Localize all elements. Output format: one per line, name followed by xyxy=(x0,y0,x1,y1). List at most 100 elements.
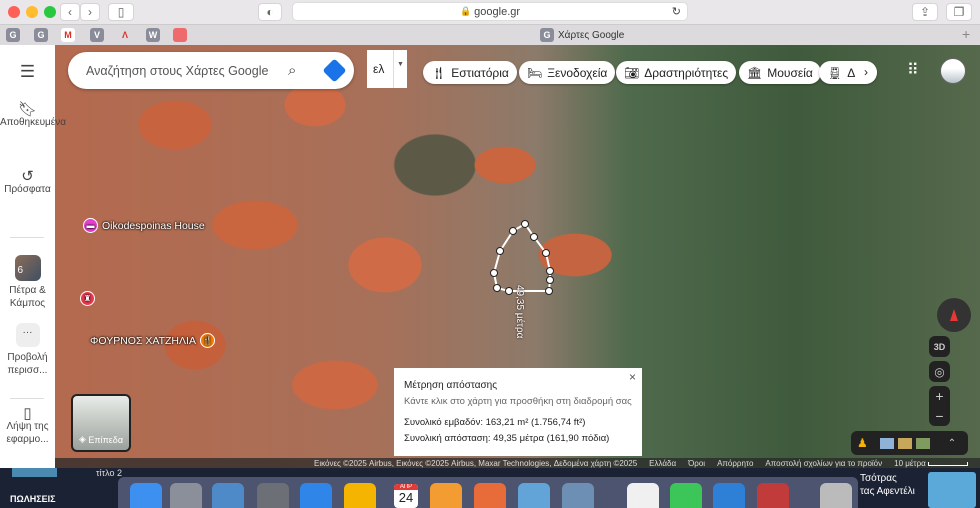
measure-point[interactable] xyxy=(542,249,550,257)
poi-shop[interactable]: ♜ xyxy=(80,291,95,306)
measure-point[interactable] xyxy=(490,269,498,277)
input-language-button[interactable]: ελ ▼ xyxy=(367,50,407,88)
sidebar-item-recent[interactable]: ↺ Πρόσφατα xyxy=(0,169,55,196)
3d-toggle-button[interactable]: 3D xyxy=(929,336,950,357)
measure-point[interactable] xyxy=(493,284,501,292)
menu-icon[interactable]: ☰ xyxy=(0,63,55,80)
scale-bar[interactable]: 10 μέτρα xyxy=(894,459,968,468)
dock-app-icon[interactable] xyxy=(713,483,745,508)
sidebar-item-more[interactable]: ··· Προβολή περισσ... xyxy=(0,323,55,377)
measure-point[interactable] xyxy=(545,287,553,295)
new-tab-button[interactable]: + xyxy=(962,26,970,42)
sidebar-toggle-icon[interactable]: ▯ xyxy=(108,3,134,21)
desktop-folder[interactable] xyxy=(12,468,57,477)
pegman-icon[interactable]: ♟ xyxy=(857,436,868,450)
maximize-window-button[interactable] xyxy=(44,6,56,18)
zoom-in-button[interactable]: + xyxy=(929,386,950,406)
tab-google-maps[interactable]: G Χάρτες Google xyxy=(540,28,624,42)
poi-label: Oikodespoinas House xyxy=(102,219,205,232)
bookmark-icon: 🔖︎ xyxy=(17,101,38,118)
dock-app-icon[interactable] xyxy=(212,483,244,508)
chevron-right-icon[interactable]: › xyxy=(855,61,877,84)
sidebar-item-list[interactable]: 6 Πέτρα & Κάμπος xyxy=(0,255,55,310)
dock-app-icon[interactable] xyxy=(170,483,202,508)
sidebar-item-get-app[interactable]: ▯ Λήψη της εφαρμο... xyxy=(0,406,55,446)
directions-icon[interactable] xyxy=(322,58,347,83)
address-bar[interactable]: 🔒 google.gr ↻ xyxy=(292,2,688,21)
street-view-thumbnail[interactable] xyxy=(879,437,894,449)
forward-button[interactable]: › xyxy=(80,3,100,21)
panel-title: Μέτρηση απόστασης xyxy=(404,380,498,391)
scale-label: 10 μέτρα xyxy=(894,458,926,468)
measure-point[interactable] xyxy=(496,247,504,255)
dock-app-icon[interactable] xyxy=(757,483,789,508)
favicon-gmail[interactable]: M xyxy=(61,28,75,42)
imagery-thumbnail[interactable] xyxy=(897,437,912,449)
favicon-google[interactable]: G xyxy=(34,28,48,42)
chip-transit[interactable]: 🚆︎ Δι › xyxy=(819,61,877,84)
layers-label: Επίπεδα xyxy=(88,435,124,445)
desktop-folder[interactable] xyxy=(928,472,976,508)
dock-app-icon[interactable] xyxy=(300,483,332,508)
layers-button[interactable]: ◈ Επίπεδα xyxy=(71,394,131,452)
my-location-button[interactable]: ◎ xyxy=(929,361,950,382)
terms-link[interactable]: Όροι xyxy=(688,459,705,468)
measure-point[interactable] xyxy=(521,220,529,228)
browser-toolbar: ‹ › ▯ ◐ 🔒 google.gr ↻ ⇪ ❐ xyxy=(0,0,980,24)
chip-museums[interactable]: 🏛︎ Μουσεία xyxy=(739,61,821,84)
dock-app-icon[interactable] xyxy=(257,483,289,508)
compass-button[interactable] xyxy=(937,298,971,332)
measure-point[interactable] xyxy=(509,227,517,235)
poi-fournos-chatzilia[interactable]: ΦΟΥΡΝΟΣ ΧΑΤΖΗΛΙΑ 🍴 xyxy=(90,333,215,348)
close-window-button[interactable] xyxy=(8,6,20,18)
back-button[interactable]: ‹ xyxy=(60,3,80,21)
favicon-lambda[interactable]: Λ xyxy=(118,28,132,42)
measure-point[interactable] xyxy=(505,287,513,295)
feedback-link[interactable]: Αποστολή σχολίων για το προϊόν xyxy=(765,459,882,468)
dock-app-icon[interactable] xyxy=(518,483,550,508)
country-link[interactable]: Ελλάδα xyxy=(649,459,676,468)
sidebar-item-saved[interactable]: 🔖︎ Αποθηκευμένα xyxy=(0,101,66,129)
favicon-v[interactable]: V xyxy=(90,28,104,42)
hotel-icon: ▬ xyxy=(83,218,98,233)
privacy-link[interactable]: Απόρρητο xyxy=(717,459,753,468)
tabs-overview-icon[interactable]: ❐ xyxy=(946,3,972,21)
favicon-google[interactable]: G xyxy=(6,28,20,42)
chip-hotels[interactable]: 🛏︎ Ξενοδοχεία xyxy=(519,61,616,84)
measure-point[interactable] xyxy=(546,267,554,275)
measure-point[interactable] xyxy=(530,233,538,241)
dock-app-icon[interactable] xyxy=(430,483,462,508)
dock-app-icon[interactable] xyxy=(670,483,702,508)
chevron-down-icon[interactable]: ▼ xyxy=(393,50,407,88)
zoom-out-button[interactable]: − xyxy=(929,406,950,426)
shield-icon[interactable]: ◐ xyxy=(258,3,282,21)
dock-app-icon[interactable] xyxy=(474,483,506,508)
dock-app-icon[interactable] xyxy=(627,483,659,508)
dock-app-icon[interactable] xyxy=(562,483,594,508)
dock-calendar[interactable]: ΑΠΡ 24 xyxy=(394,484,418,508)
apps-grid-icon[interactable]: ⠿ xyxy=(907,60,919,80)
poi-oikodespoinas-house[interactable]: ▬ Oikodespoinas House xyxy=(83,218,205,233)
measure-point[interactable] xyxy=(546,276,554,284)
close-icon[interactable]: × xyxy=(629,370,636,384)
chip-restaurants[interactable]: 🍴︎ Εστιατόρια xyxy=(423,61,517,84)
reload-icon[interactable]: ↻ xyxy=(672,5,681,18)
search-box[interactable]: Αναζήτηση στους Χάρτες Google ⌕ xyxy=(68,52,354,89)
favicon-w[interactable]: W xyxy=(146,28,160,42)
minimize-window-button[interactable] xyxy=(26,6,38,18)
search-icon[interactable]: ⌕ xyxy=(288,62,296,79)
favicon-red[interactable] xyxy=(173,28,187,42)
chip-activities[interactable]: 📷︎ Δραστηριότητες xyxy=(616,61,737,84)
search-input[interactable]: Αναζήτηση στους Χάρτες Google xyxy=(86,64,268,78)
dock-app-icon[interactable] xyxy=(130,483,162,508)
imagery-thumbnail[interactable] xyxy=(915,437,930,449)
sidebar-label: Πρόσφατα xyxy=(4,184,51,195)
dock-app-icon[interactable] xyxy=(820,483,852,508)
dock-app-icon[interactable] xyxy=(344,483,376,508)
sidebar-label: Αποθηκευμένα xyxy=(0,117,67,128)
desktop-label: ΠΩΛΗΣΕΙΣ xyxy=(10,494,56,504)
share-icon[interactable]: ⇪ xyxy=(912,3,938,21)
expand-icon[interactable]: ⌃ xyxy=(948,438,956,449)
compass-icon xyxy=(950,309,958,321)
avatar[interactable] xyxy=(940,58,966,84)
